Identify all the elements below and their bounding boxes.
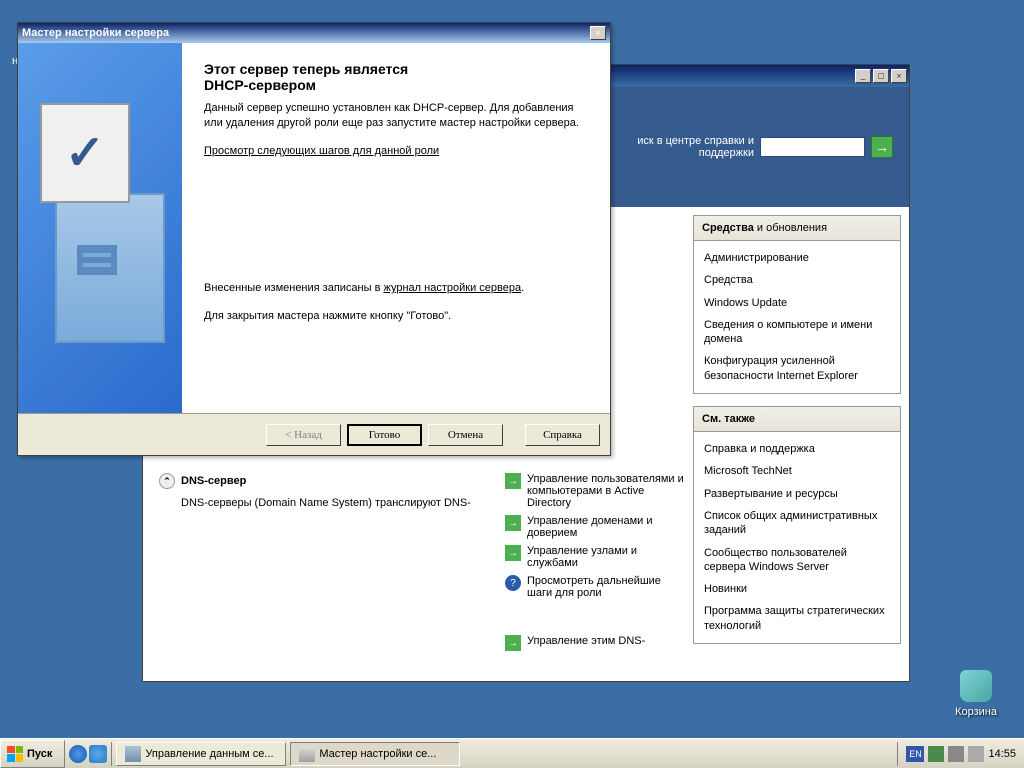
app-icon [299, 746, 315, 762]
panel-link[interactable]: Список общих административных заданий [694, 505, 900, 542]
checkmark-icon: ✓ [40, 103, 130, 203]
wizard-heading: Этот сервер теперь является DHCP-серверо… [204, 61, 588, 93]
tray-icon[interactable] [948, 746, 964, 762]
panel-header: Средства и обновления [694, 216, 900, 241]
log-link[interactable]: журнал настройки сервера [384, 282, 522, 294]
outlook-icon[interactable] [89, 745, 107, 763]
panel-header: См. также [694, 407, 900, 432]
sidebar: Средства и обновления Администрирование … [693, 215, 901, 673]
task-link[interactable]: ?Просмотреть дальнейшие шаги для роли [505, 575, 685, 599]
taskbar-app-button-active[interactable]: Мастер настройки се... [290, 742, 460, 766]
ie-icon[interactable] [69, 745, 87, 763]
arrow-icon: → [505, 473, 521, 489]
wizard-titlebar: Мастер настройки сервера × [18, 23, 610, 43]
panel-link[interactable]: Администрирование [694, 247, 900, 269]
panel-link[interactable]: Windows Update [694, 292, 900, 314]
recycle-bin-label: Корзина [946, 706, 1006, 718]
wizard-text: Данный сервер успешно установлен как DHC… [204, 101, 588, 132]
panel-link[interactable]: Новинки [694, 578, 900, 600]
clock[interactable]: 14:55 [988, 748, 1016, 760]
start-button[interactable]: Пуск [0, 740, 65, 768]
dns-section-header[interactable]: ⌃ DNS-сервер [159, 469, 487, 493]
arrow-icon: → [505, 545, 521, 561]
close-button[interactable]: × [891, 69, 907, 83]
recycle-bin[interactable]: Корзина [946, 670, 1006, 718]
server-icon [55, 193, 165, 343]
task-link[interactable]: →Управление этим DNS- [505, 635, 685, 651]
task-link[interactable]: →Управление пользователями и компьютерам… [505, 473, 685, 509]
taskbar-app-button[interactable]: Управление данным се... [116, 742, 286, 766]
tray-icon[interactable] [968, 746, 984, 762]
next-steps-link[interactable]: Просмотр следующих шагов для данной роли [204, 145, 439, 157]
search-label: иск в центре справки и поддержки [637, 135, 754, 159]
system-tray: EN 14:55 [897, 742, 1024, 766]
dns-description: DNS-серверы (Domain Name System) трансли… [159, 493, 487, 517]
arrow-icon: → [505, 635, 521, 651]
chevron-up-icon[interactable]: ⌃ [159, 473, 175, 489]
app-icon [125, 746, 141, 762]
see-also-panel: См. также Справка и поддержка Microsoft … [693, 406, 901, 644]
wizard-text: Внесенные изменения записаны в журнал на… [204, 281, 588, 296]
close-button[interactable]: × [590, 26, 606, 40]
panel-link[interactable]: Справка и поддержка [694, 438, 900, 460]
windows-logo-icon [7, 746, 23, 762]
panel-link[interactable]: Конфигурация усиленной безопасности Inte… [694, 350, 900, 387]
wizard-content: Этот сервер теперь является DHCP-серверо… [182, 43, 610, 413]
panel-link[interactable]: Microsoft TechNet [694, 460, 900, 482]
wizard-title: Мастер настройки сервера [22, 27, 588, 39]
panel-link[interactable]: Развертывание и ресурсы [694, 483, 900, 505]
taskbar: Пуск Управление данным се... Мастер наст… [0, 738, 1024, 768]
search-go-button[interactable]: → [871, 136, 893, 158]
tools-panel: Средства и обновления Администрирование … [693, 215, 901, 394]
arrow-icon: → [505, 515, 521, 531]
finish-button[interactable]: Готово [347, 424, 422, 446]
task-link[interactable]: →Управление узлами и службами [505, 545, 685, 569]
recycle-bin-icon [960, 670, 992, 702]
back-button: < Назад [266, 424, 341, 446]
wizard-window: Мастер настройки сервера × ✓ Этот сервер… [17, 22, 611, 456]
search-input[interactable] [760, 137, 865, 157]
wizard-button-bar: < Назад Готово Отмена Справка [18, 413, 610, 455]
panel-link[interactable]: Средства [694, 269, 900, 291]
panel-link[interactable]: Сведения о компьютере и имени домена [694, 314, 900, 351]
cancel-button[interactable]: Отмена [428, 424, 503, 446]
help-icon: ? [505, 575, 521, 591]
wizard-text: Для закрытия мастера нажмите кнопку "Гот… [204, 309, 588, 324]
quick-launch [65, 742, 112, 766]
minimize-button[interactable]: _ [855, 69, 871, 83]
panel-link[interactable]: Сообщество пользователей сервера Windows… [694, 542, 900, 579]
language-indicator[interactable]: EN [906, 746, 924, 762]
maximize-button[interactable]: □ [873, 69, 889, 83]
panel-link[interactable]: Программа защиты стратегических технолог… [694, 600, 900, 637]
wizard-sidebar: ✓ [18, 43, 182, 413]
task-link[interactable]: →Управление доменами и доверием [505, 515, 685, 539]
help-button[interactable]: Справка [525, 424, 600, 446]
tray-icon[interactable] [928, 746, 944, 762]
